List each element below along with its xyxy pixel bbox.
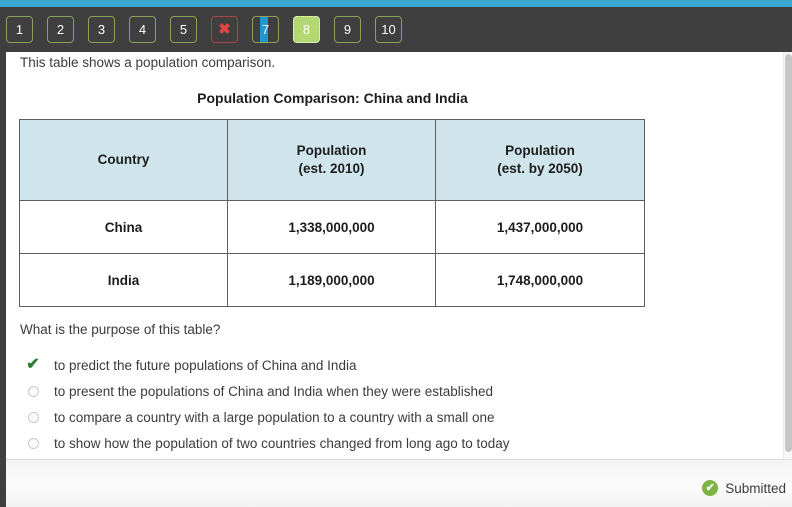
question-nav-button-label: 1 xyxy=(15,22,24,37)
check-circle-icon: ✔ xyxy=(702,480,719,496)
table-title: Population Comparison: China and India xyxy=(197,90,468,106)
radio-button xyxy=(20,437,46,449)
table-row: China 1,338,000,000 1,437,000,000 xyxy=(19,200,645,254)
question-nav-button-label: 3 xyxy=(97,22,106,37)
answer-options-list: ✔ to predict the future populations of Ch… xyxy=(20,352,720,456)
question-content-panel: This table shows a population comparison… xyxy=(6,52,784,459)
table-cell: India xyxy=(19,253,228,307)
population-table: Country Population (est. 2010) Populatio… xyxy=(19,119,645,307)
question-nav-button[interactable]: 3 xyxy=(88,16,115,43)
radio-circle-icon[interactable] xyxy=(27,411,39,423)
question-nav-button-label: 9 xyxy=(343,22,352,37)
correct-answer-check-icon: ✔ xyxy=(20,357,46,373)
question-text: What is the purpose of this table? xyxy=(20,322,221,337)
question-nav-button-label: 10 xyxy=(381,22,396,37)
question-nav-header: 1 2 3 4 5 ✖ 7 8 9 10 xyxy=(0,7,792,52)
answer-option[interactable]: ✔ to predict the future populations of Ch… xyxy=(20,352,720,378)
question-nav-button-current[interactable]: 8 xyxy=(293,16,320,43)
question-nav-button[interactable]: 10 xyxy=(375,16,402,43)
table-header-row: Country Population (est. 2010) Populatio… xyxy=(19,119,645,201)
table-cell: 1,748,000,000 xyxy=(435,253,645,307)
table-header-cell: Country xyxy=(19,119,228,201)
footer-bar: ✔ Submitted xyxy=(6,459,792,507)
question-nav-button-label: 7 xyxy=(261,22,270,37)
table-header-line1: Population xyxy=(296,142,367,158)
question-nav-button-label: 8 xyxy=(302,22,311,37)
answer-option-label: to show how the population of two countr… xyxy=(54,435,510,451)
question-nav-button-label: 2 xyxy=(56,22,65,37)
table-cell: China xyxy=(19,200,228,254)
question-nav-button-label: 5 xyxy=(179,22,188,37)
answer-option-label: to compare a country with a large popula… xyxy=(54,409,495,425)
answer-option[interactable]: to show how the population of two countr… xyxy=(20,430,720,456)
top-accent-bar xyxy=(0,0,792,7)
vertical-scrollbar[interactable] xyxy=(783,52,792,459)
table-cell: 1,189,000,000 xyxy=(227,253,436,307)
radio-circle-icon[interactable] xyxy=(27,385,39,397)
close-icon: ✖ xyxy=(218,21,231,38)
table-header-line1: Country xyxy=(97,151,150,167)
question-nav-list: 1 2 3 4 5 ✖ 7 8 9 10 xyxy=(6,16,416,43)
table-row: India 1,189,000,000 1,748,000,000 xyxy=(19,253,645,307)
scrollbar-thumb[interactable] xyxy=(785,54,792,452)
question-nav-button[interactable]: 5 xyxy=(170,16,197,43)
answer-option-label: to present the populations of China and … xyxy=(54,383,494,399)
question-nav-button-incorrect[interactable]: ✖ xyxy=(211,16,238,43)
table-header-cell: Population (est. 2010) xyxy=(227,119,436,201)
answer-option[interactable]: to present the populations of China and … xyxy=(20,378,720,404)
submission-status: ✔ Submitted xyxy=(702,480,786,496)
question-nav-button[interactable]: 9 xyxy=(334,16,361,43)
table-header-line2: (est. 2010) xyxy=(298,161,365,176)
answer-option[interactable]: to compare a country with a large popula… xyxy=(20,404,720,430)
check-icon: ✔ xyxy=(26,356,40,373)
answer-option-label: to predict the future populations of Chi… xyxy=(54,357,357,373)
radio-button xyxy=(20,385,46,397)
question-nav-button[interactable]: 2 xyxy=(47,16,74,43)
question-nav-button[interactable]: 4 xyxy=(129,16,156,43)
table-cell: 1,338,000,000 xyxy=(227,200,436,254)
table-cell: 1,437,000,000 xyxy=(435,200,645,254)
question-nav-button-label: 4 xyxy=(138,22,147,37)
quiz-app: 1 2 3 4 5 ✖ 7 8 9 10 This table shows a populatio… xyxy=(0,0,792,507)
question-nav-button-marked[interactable]: 7 xyxy=(252,16,279,43)
radio-circle-icon[interactable] xyxy=(27,437,39,449)
table-header-cell: Population (est. by 2050) xyxy=(435,119,645,201)
question-nav-button[interactable]: 1 xyxy=(6,16,33,43)
intro-text: This table shows a population comparison… xyxy=(20,55,276,70)
table-header-line1: Population xyxy=(505,142,575,158)
table-header-line2: (est. by 2050) xyxy=(497,161,583,176)
radio-button xyxy=(20,411,46,423)
status-label: Submitted xyxy=(725,480,786,496)
